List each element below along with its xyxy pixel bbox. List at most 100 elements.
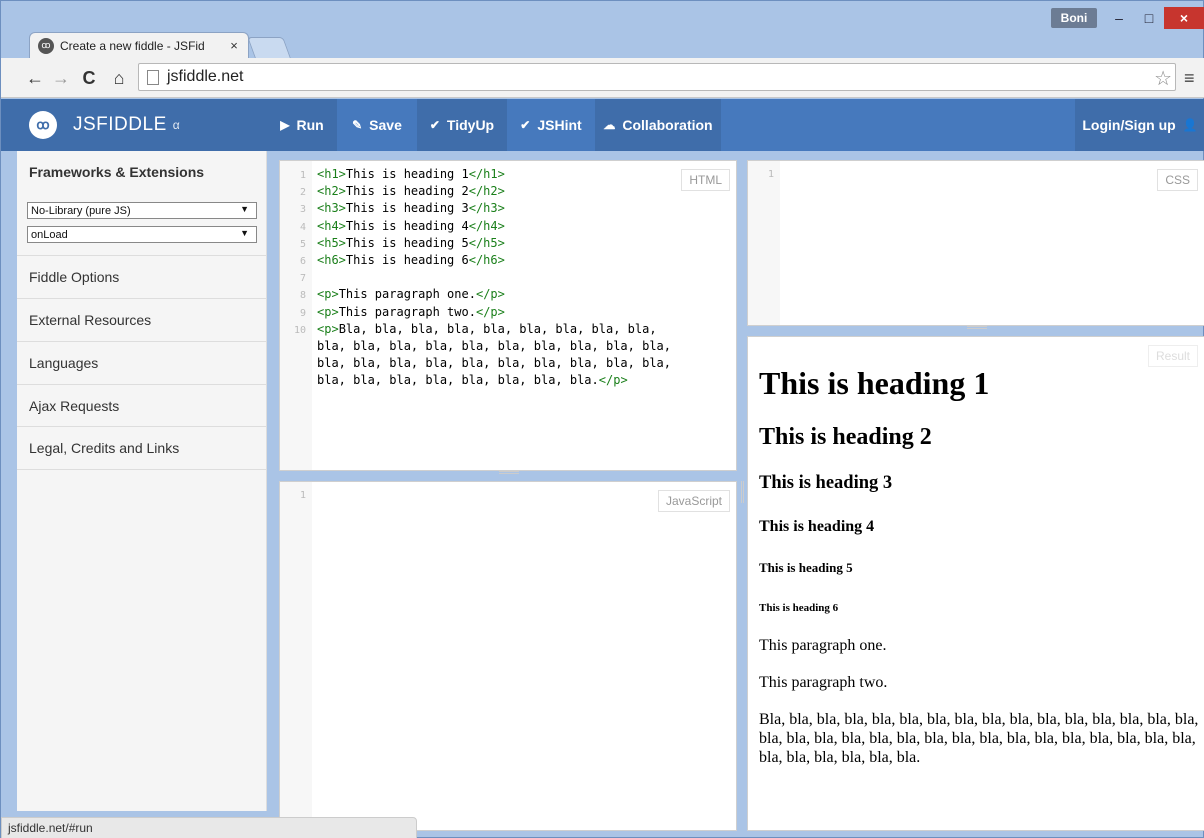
code-tag-open: <h1>: [317, 167, 346, 181]
code-text: This is heading 4: [345, 218, 469, 233]
code-tag-close: </h3>: [468, 201, 505, 216]
code-line: <h5>This is heading 5</h5>: [317, 235, 671, 252]
code-line: <h4>This is heading 4</h4>: [317, 218, 671, 235]
jsfiddle-favicon-icon: ꝏ: [38, 37, 54, 54]
frameworks-title: Frameworks & Extensions: [29, 164, 205, 180]
line-number: 6: [299, 256, 306, 267]
sidebar: Frameworks & Extensions No-Library (pure…: [17, 151, 267, 811]
line-number: 8: [299, 290, 306, 302]
tidyup-label: TidyUp: [446, 117, 495, 133]
code-tag-open: <p>: [317, 304, 339, 319]
line-gutter: 1: [280, 482, 312, 830]
brand-alpha-tag: α: [172, 118, 180, 132]
profile-badge[interactable]: Boni: [1051, 8, 1097, 28]
line-number: 1: [767, 169, 774, 180]
tab-close-icon[interactable]: ×: [226, 38, 242, 53]
sidebar-item-languages[interactable]: Languages: [17, 341, 267, 384]
code-tag-close: </p>: [598, 373, 628, 388]
address-url[interactable]: jsfiddle.net: [167, 68, 244, 86]
code-tag-close: </p>: [475, 287, 505, 302]
sidebar-item-external-resources[interactable]: External Resources: [17, 298, 267, 341]
result-paragraph-one: This paragraph one.: [759, 637, 887, 654]
status-bar: jsfiddle.net/#run: [1, 817, 417, 838]
save-button[interactable]: ✎ Save: [337, 99, 417, 151]
check-icon: ✔: [429, 118, 440, 132]
result-heading-6: This is heading 6: [759, 602, 839, 614]
back-arrow-icon[interactable]: ←: [23, 66, 47, 90]
title-bar: [1, 1, 1204, 31]
tab-title: Create a new fiddle - JSFid: [60, 38, 205, 53]
line-gutter: 1: [748, 161, 780, 325]
save-label: Save: [369, 117, 402, 133]
run-button[interactable]: ▶ Run: [267, 99, 337, 151]
html-code[interactable]: <h1>This is heading 1</h1> <h2>This is he…: [317, 166, 671, 390]
code-tag-close: </h6>: [468, 253, 505, 268]
browser-tab[interactable]: ꝏ Create a new fiddle - JSFid ×: [29, 32, 249, 58]
check-icon: ✔: [520, 118, 531, 132]
framework-select[interactable]: No-Library (pure JS) ▼: [27, 202, 257, 219]
code-text: This paragraph two.: [338, 304, 476, 319]
new-tab-button[interactable]: [247, 37, 291, 58]
browser-menu-icon[interactable]: ≡: [1184, 68, 1195, 89]
resize-handle[interactable]: [499, 471, 519, 474]
line-number: 3: [299, 204, 306, 216]
brand[interactable]: ꝏ JSFIDDLE α: [1, 99, 267, 151]
address-bar[interactable]: jsfiddle.net ☆: [138, 63, 1176, 91]
code-text: This is heading 2: [345, 184, 469, 199]
result-heading-1: This is heading 1: [759, 365, 990, 401]
line-number: 1: [299, 170, 306, 181]
dropdown-arrow-icon: ▼: [240, 204, 249, 214]
code-tag-close: </h1>: [468, 167, 505, 181]
line-number: 4: [299, 221, 306, 233]
line-number: 7: [299, 273, 306, 285]
play-icon: ▶: [280, 118, 290, 132]
load-type-select-value: onLoad: [31, 228, 68, 241]
framework-select-value: No-Library (pure JS): [31, 204, 131, 217]
code-text: This is heading 6: [345, 253, 469, 268]
code-text: bla, bla, bla, bla, bla, bla, bla, bla, …: [317, 356, 672, 371]
user-icon: 👤: [1182, 118, 1198, 132]
code-line: <p>This paragraph two.</p>: [317, 304, 671, 321]
vertical-resize-handle[interactable]: [741, 481, 744, 503]
code-line: bla, bla, bla, bla, bla, bla, bla, bla.<…: [317, 372, 671, 389]
code-text: This is heading 1: [345, 167, 469, 181]
sidebar-item-fiddle-options[interactable]: Fiddle Options: [17, 255, 267, 298]
code-tag-open: <h3>: [317, 201, 346, 216]
code-line: bla, bla, bla, bla, bla, bla, bla, bla, …: [317, 338, 671, 355]
jshint-button[interactable]: ✔ JSHint: [507, 99, 595, 151]
code-line: <h2>This is heading 2</h2>: [317, 183, 671, 200]
sidebar-item-ajax-requests[interactable]: Ajax Requests: [17, 384, 267, 427]
tidyup-button[interactable]: ✔ TidyUp: [417, 99, 507, 151]
javascript-panel-label: JavaScript: [657, 490, 730, 512]
home-icon[interactable]: ⌂: [107, 66, 131, 90]
jshint-label: JSHint: [537, 117, 582, 133]
bookmark-star-icon[interactable]: ☆: [1154, 66, 1172, 91]
resize-handle[interactable]: [967, 326, 987, 329]
code-text: This paragraph one.: [338, 287, 476, 302]
result-panel: Result This is heading 1 This is heading…: [747, 336, 1204, 831]
result-paragraph-two: This paragraph two.: [759, 674, 888, 691]
browser-toolbar: ← → C ⌂ jsfiddle.net ☆ ≡: [1, 58, 1204, 98]
page-icon: [147, 69, 159, 85]
jsfiddle-logo-icon: ꝏ: [29, 111, 57, 139]
close-window-icon[interactable]: ×: [1164, 7, 1204, 29]
run-label: Run: [296, 117, 324, 133]
css-editor[interactable]: 1 CSS: [747, 160, 1204, 329]
html-editor[interactable]: 1 2 3 4 5 6 7 8 9 10 HTML <h1>This is heading 1</…: [279, 160, 737, 474]
brand-name: JSFIDDLE: [73, 114, 167, 135]
maximize-icon[interactable]: □: [1135, 7, 1163, 29]
javascript-editor[interactable]: 1 JavaScript: [279, 481, 737, 831]
minimize-icon[interactable]: –: [1105, 7, 1133, 29]
html-panel-label: HTML: [681, 169, 730, 191]
code-tag-open: <h5>: [317, 235, 346, 250]
forward-arrow-icon[interactable]: →: [49, 66, 73, 90]
collaboration-button[interactable]: ☁ Collaboration: [595, 99, 721, 151]
code-text: bla, bla, bla, bla, bla, bla, bla, bla.: [317, 373, 599, 388]
load-type-select[interactable]: onLoad ▼: [27, 226, 257, 243]
reload-icon[interactable]: C: [77, 66, 101, 90]
code-tag-open: <h4>: [317, 218, 346, 233]
login-signup-button[interactable]: Login/Sign up 👤: [1075, 99, 1204, 151]
code-text: Bla, bla, bla, bla, bla, bla, bla, bla, …: [338, 321, 657, 336]
sidebar-item-legal-credits[interactable]: Legal, Credits and Links: [17, 426, 267, 469]
